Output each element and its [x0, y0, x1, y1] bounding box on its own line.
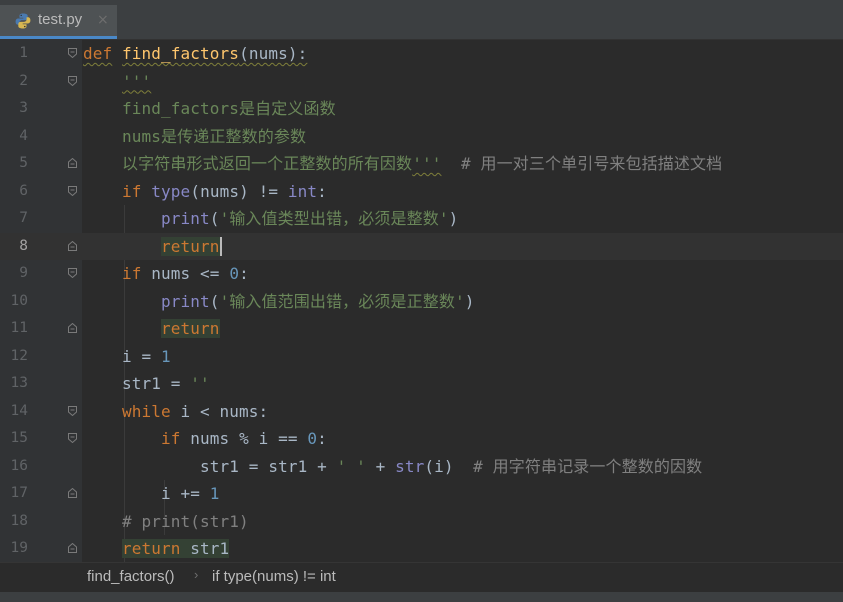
fold-minus-icon[interactable]: [68, 185, 77, 196]
code-line-8-current[interactable]: 8 return: [0, 232, 843, 260]
line-number: 16: [10, 457, 28, 474]
code-line-10[interactable]: 10 print('输入值范围出错，必须是正整数'): [0, 288, 843, 316]
line-number: 18: [10, 512, 28, 529]
fold-minus-icon[interactable]: [68, 405, 77, 416]
code-line-17[interactable]: 17 i += 1: [0, 480, 843, 508]
code-line-12[interactable]: 12 i = 1: [0, 343, 843, 371]
fold-end-icon[interactable]: [68, 323, 77, 333]
line-number: 10: [10, 292, 28, 309]
text-caret: [219, 236, 222, 256]
breadcrumb-item-if[interactable]: if type(nums) != int: [212, 568, 336, 585]
code-text: 以字符串形式返回一个正整数的所有因数''' # 用一对三个单引号来包括描述文档: [122, 154, 723, 173]
line-number: 7: [19, 210, 28, 226]
tab-label: test.py: [38, 11, 83, 28]
editor-tab-bar: test.py ×: [0, 0, 843, 40]
code-text: print('输入值范围出错，必须是正整数'): [161, 291, 475, 311]
code-text: if nums % i == 0:: [161, 429, 327, 448]
code-line-14[interactable]: 14 while i < nums:: [0, 398, 843, 426]
code-line-11[interactable]: 11 return: [0, 315, 843, 343]
line-number: 15: [10, 430, 28, 446]
fold-end-icon[interactable]: [68, 488, 77, 498]
line-number: 3: [19, 100, 28, 116]
code-text: str1 = '': [122, 374, 210, 393]
code-text: while i < nums:: [122, 401, 269, 421]
line-number: 9: [19, 265, 28, 281]
code-line-3[interactable]: 3 find_factors是自定义函数: [0, 95, 843, 123]
breadcrumb: find_factors() › if type(nums) != int: [0, 562, 843, 592]
code-text: # print(str1): [122, 511, 249, 531]
status-strip: [0, 592, 843, 602]
fold-minus-icon[interactable]: [68, 433, 77, 443]
code-text: return str1: [122, 539, 230, 558]
fold-minus-icon[interactable]: [68, 268, 77, 278]
code-line-4[interactable]: 4 nums是传递正整数的参数: [0, 123, 843, 151]
code-text: return: [161, 319, 220, 338]
code-line-18[interactable]: 18 # print(str1): [0, 508, 843, 536]
code-text: return: [161, 236, 222, 256]
line-number: 8: [19, 237, 28, 254]
line-number: 4: [19, 127, 28, 144]
code-text: str1 = str1 + ' ' + str(i) # 用字符串记录一个整数的…: [200, 456, 703, 476]
code-line-2[interactable]: 2 ''': [0, 68, 843, 96]
code-text: if type(nums) != int:: [122, 181, 327, 201]
line-number: 19: [10, 540, 28, 556]
fold-end-icon[interactable]: [68, 240, 77, 251]
close-icon[interactable]: ×: [97, 12, 109, 28]
python-file-icon: [14, 12, 32, 30]
line-number: 5: [19, 155, 28, 171]
line-number: 13: [10, 375, 28, 391]
code-text: def find_factors(nums):: [83, 44, 308, 63]
line-number: 1: [19, 45, 28, 61]
code-text: nums是传递正整数的参数: [122, 126, 307, 146]
code-line-15[interactable]: 15 if nums % i == 0:: [0, 425, 843, 453]
fold-end-icon[interactable]: [68, 543, 77, 553]
code-line-1[interactable]: 1 def find_factors(nums):: [0, 40, 843, 68]
code-text: i = 1: [122, 346, 171, 366]
code-line-19[interactable]: 19 return str1: [0, 535, 843, 562]
code-text: i += 1: [161, 484, 220, 503]
line-number: 12: [10, 347, 28, 364]
code-text: find_factors是自定义函数: [122, 99, 336, 118]
breadcrumb-item-function[interactable]: find_factors(): [87, 568, 175, 585]
fold-end-icon[interactable]: [68, 158, 77, 168]
line-number: 6: [19, 182, 28, 199]
code-line-13[interactable]: 13 str1 = '': [0, 370, 843, 398]
code-text: if nums <= 0:: [122, 264, 249, 283]
fold-minus-icon[interactable]: [68, 48, 77, 58]
code-text: print('输入值类型出错，必须是整数'): [161, 209, 459, 228]
code-line-16[interactable]: 16 str1 = str1 + ' ' + str(i) # 用字符串记录一个…: [0, 453, 843, 481]
tab-test-py[interactable]: test.py ×: [0, 5, 117, 39]
line-number: 17: [10, 485, 28, 501]
line-number: 11: [10, 320, 28, 336]
code-editor[interactable]: 1 def find_factors(nums): 2 ''' 3 find_f…: [0, 40, 843, 562]
code-line-5[interactable]: 5 以字符串形式返回一个正整数的所有因数''' # 用一对三个单引号来包括描述文…: [0, 150, 843, 178]
code-line-6[interactable]: 6 if type(nums) != int:: [0, 178, 843, 206]
code-text: ''': [122, 71, 152, 91]
fold-minus-icon[interactable]: [68, 75, 77, 86]
chevron-right-icon: ›: [194, 567, 199, 582]
code-line-7[interactable]: 7 print('输入值类型出错，必须是整数'): [0, 205, 843, 233]
line-number: 2: [19, 72, 28, 89]
line-number: 14: [10, 402, 28, 419]
code-line-9[interactable]: 9 if nums <= 0:: [0, 260, 843, 288]
